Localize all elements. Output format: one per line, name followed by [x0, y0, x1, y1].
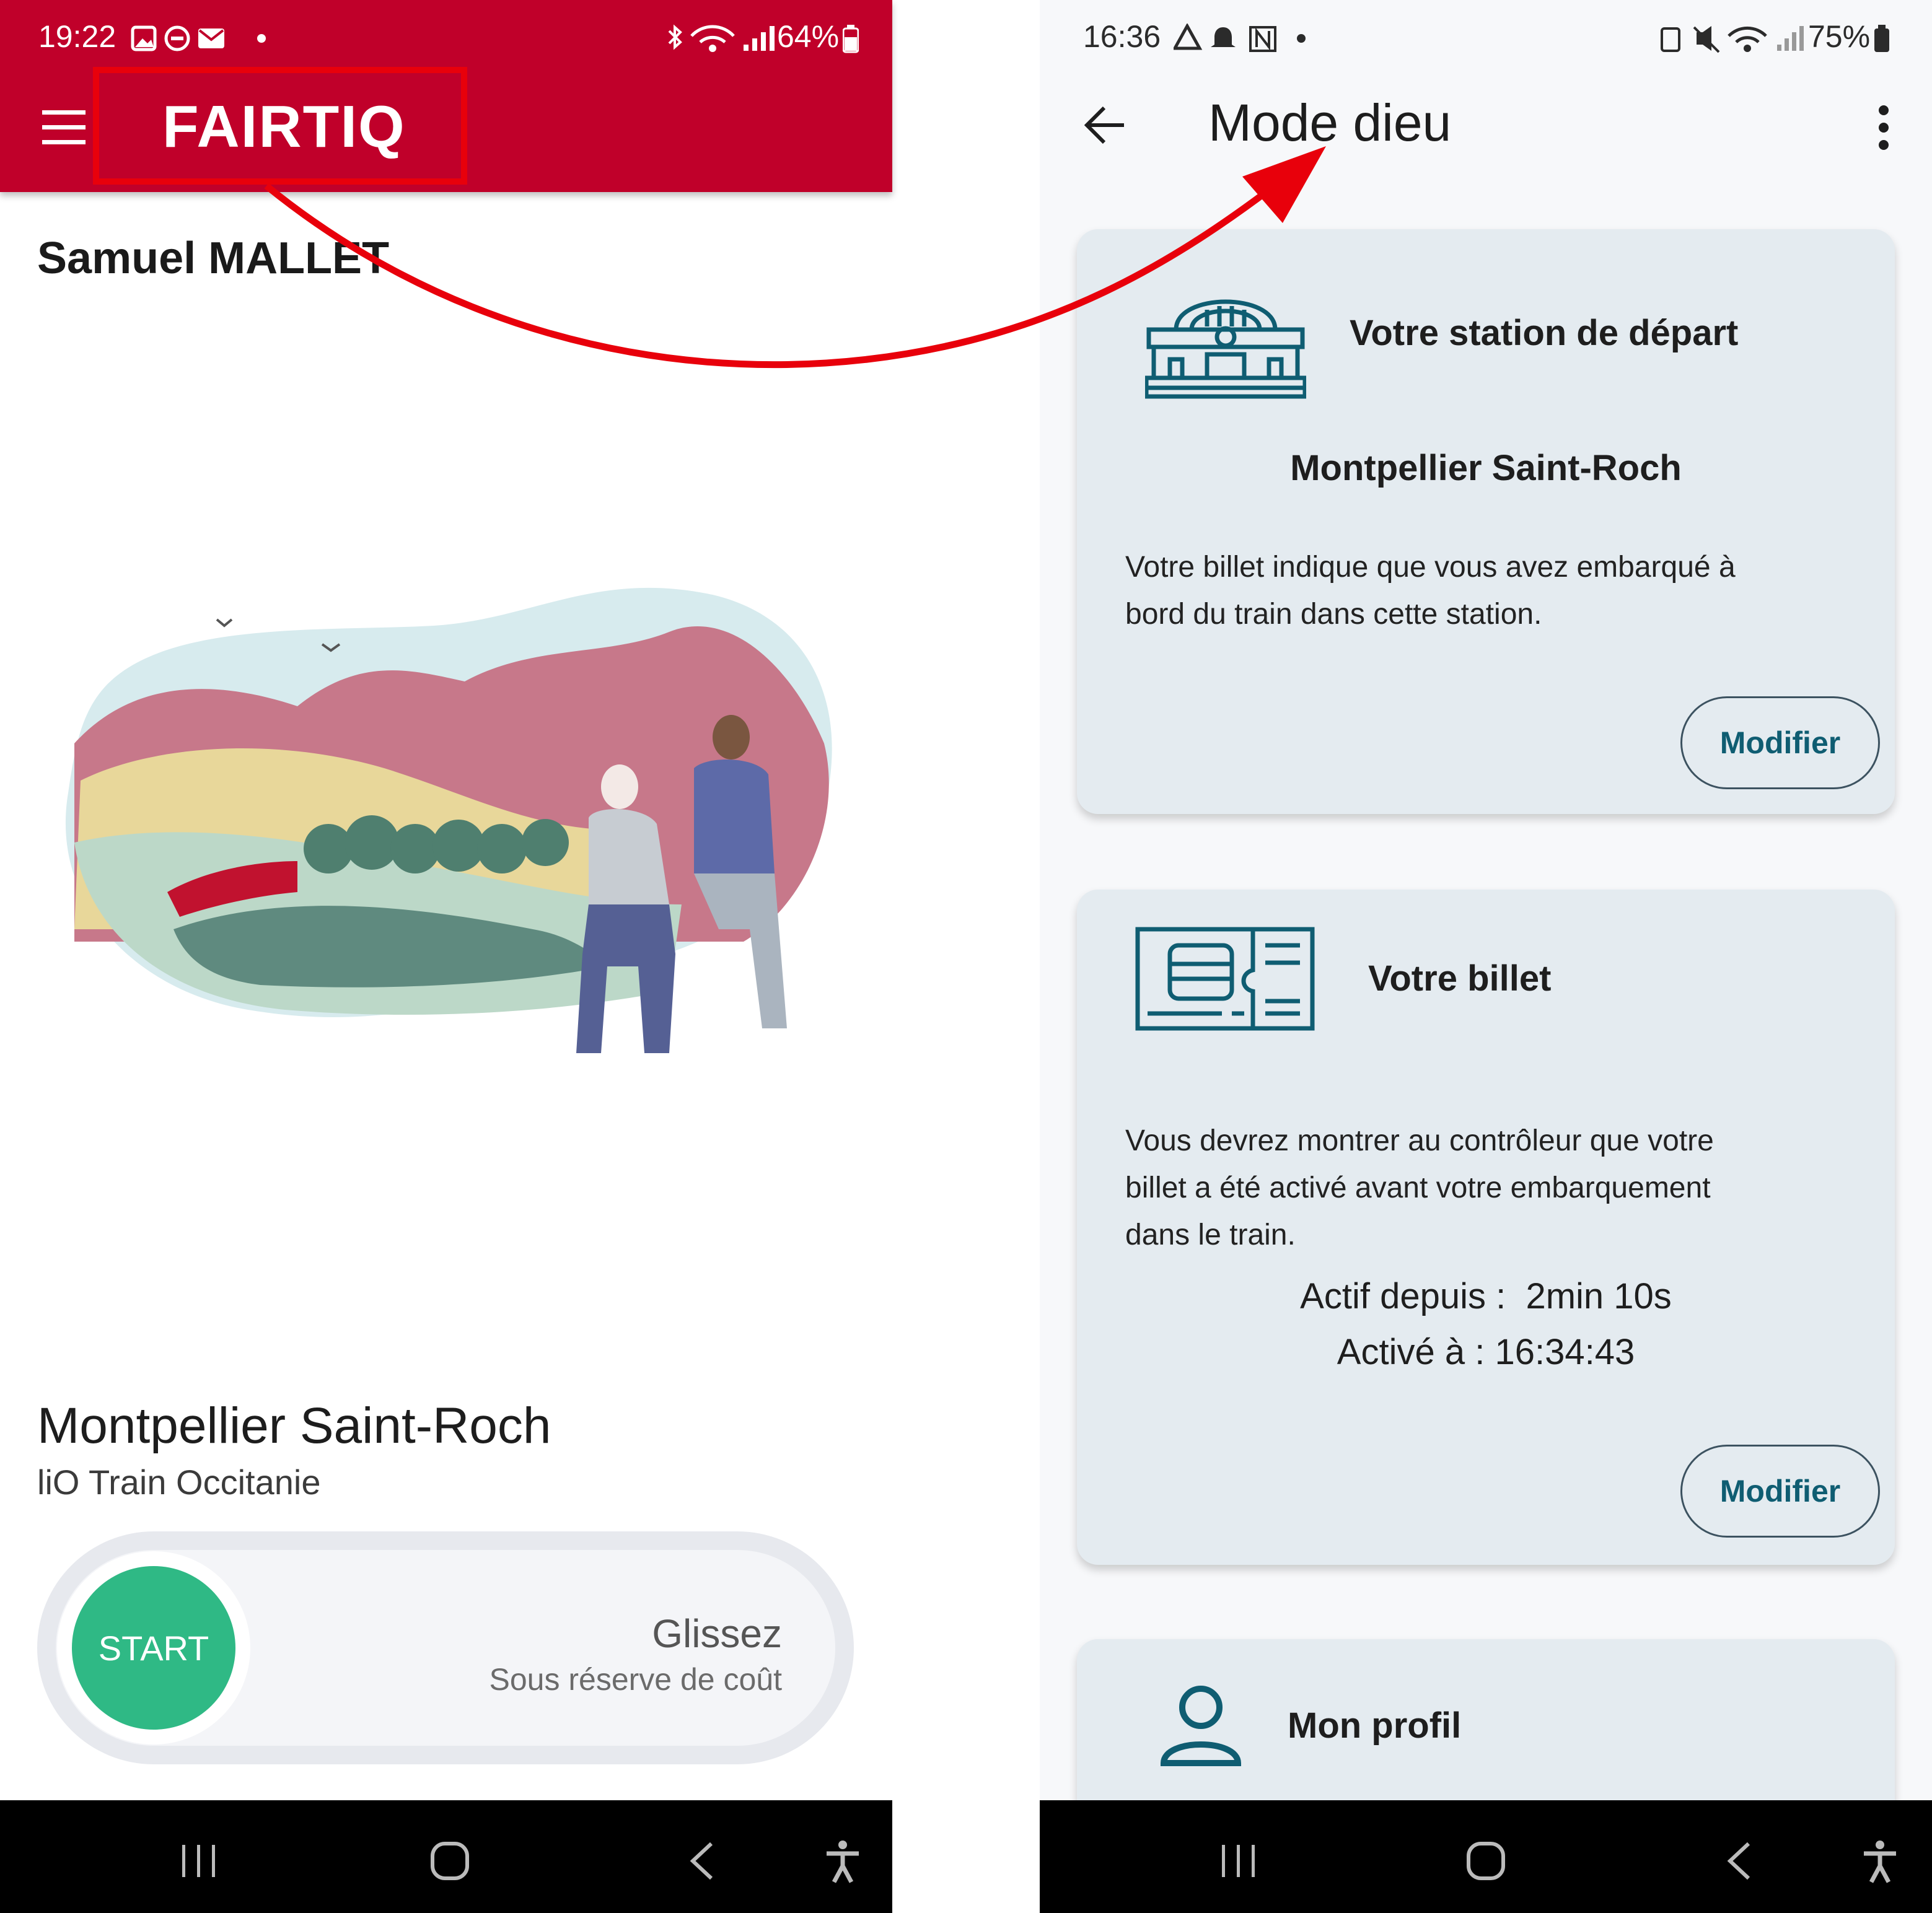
modify-ticket-button[interactable]: Modifier	[1680, 1445, 1880, 1538]
card-title: Votre billet	[1368, 958, 1552, 999]
system-nav-bar	[0, 1800, 892, 1913]
desc-line: bord du train dans cette station.	[1125, 598, 1542, 631]
recent-apps-icon[interactable]	[180, 1842, 219, 1880]
activation-info: Actif depuis : 2min 10s Activé à : 16:34…	[1077, 1269, 1895, 1380]
desc-line: billet a été activé avant votre embarque…	[1125, 1171, 1711, 1204]
departure-station-name: Montpellier Saint-Roch	[1290, 448, 1682, 488]
back-nav-icon[interactable]	[688, 1841, 715, 1881]
slide-hint: Glissez	[652, 1611, 782, 1656]
home-icon[interactable]	[1466, 1841, 1506, 1881]
travel-illustration	[65, 587, 832, 1053]
card-title: Mon profil	[1288, 1705, 1462, 1746]
desc-line: Vous devrez montrer au contrôleur que vo…	[1125, 1124, 1714, 1157]
profile-icon	[1160, 1686, 1242, 1766]
start-button[interactable]: START	[72, 1566, 235, 1730]
desc-line: dans le train.	[1125, 1219, 1296, 1251]
back-nav-icon[interactable]	[1725, 1841, 1752, 1881]
operator-name: liO Train Occitanie	[37, 1463, 321, 1502]
active-since: Actif depuis : 2min 10s	[1300, 1276, 1672, 1316]
station-name: Montpellier Saint-Roch	[37, 1398, 551, 1454]
accessibility-icon[interactable]	[1861, 1840, 1899, 1883]
desc-line: Votre billet indique que vous avez embar…	[1125, 551, 1736, 584]
card-description: Votre billet indique que vous avez embar…	[1125, 544, 1736, 638]
start-slider[interactable]: START Glissez Sous réserve de coût	[37, 1531, 854, 1764]
accessibility-icon[interactable]	[824, 1840, 861, 1883]
home-icon[interactable]	[430, 1841, 470, 1881]
annotation-arrow	[264, 146, 1326, 369]
modify-station-button[interactable]: Modifier	[1680, 696, 1880, 789]
recent-apps-icon[interactable]	[1219, 1842, 1259, 1880]
cost-notice: Sous réserve de coût	[489, 1662, 783, 1697]
system-nav-bar	[1040, 1800, 1932, 1913]
ticket-card: Votre billet Vous devrez montrer au cont…	[1077, 890, 1895, 1565]
activated-at: Activé à : 16:34:43	[1337, 1332, 1635, 1372]
card-description: Vous devrez montrer au contrôleur que vo…	[1125, 1118, 1714, 1259]
ticket-icon	[1135, 927, 1315, 1031]
